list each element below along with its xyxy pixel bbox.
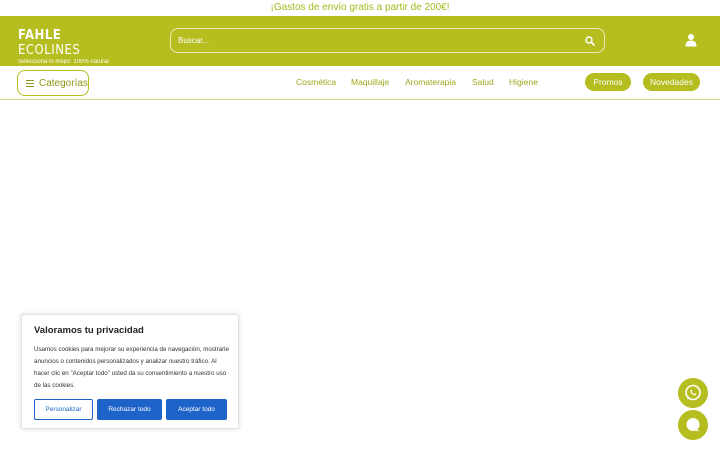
novedades-button[interactable]: Novedades xyxy=(643,73,700,91)
menu-icon xyxy=(26,79,34,87)
chat-button[interactable] xyxy=(678,410,708,440)
reject-all-button[interactable]: Rechazar todo xyxy=(97,399,162,420)
cookie-consent-dialog: Valoramos tu privacidad Usamos cookies p… xyxy=(21,314,239,429)
whatsapp-button[interactable] xyxy=(678,378,708,408)
logo-brand-light: ECOLINES xyxy=(18,43,81,58)
nav-link-salud[interactable]: Salud xyxy=(472,77,494,87)
promos-button[interactable]: Promos xyxy=(585,73,631,91)
search-bar xyxy=(170,28,605,53)
promo-banner: ¡Gastos de envío gratis a partir de 200€… xyxy=(0,0,720,16)
nav-link-higiene[interactable]: Higiene xyxy=(509,77,538,87)
search-icon[interactable] xyxy=(585,36,595,46)
categories-button[interactable]: Categorías xyxy=(17,70,89,96)
nav-link-cosmetica[interactable]: Cosmética xyxy=(296,77,336,87)
search-input[interactable] xyxy=(178,32,578,49)
promo-text: ¡Gastos de envío gratis a partir de 200€… xyxy=(270,2,450,13)
logo-brand-bold: FAHLE xyxy=(18,28,62,43)
nav-link-maquillaje[interactable]: Maquillaje xyxy=(351,77,389,87)
customize-button[interactable]: Personalizar xyxy=(34,399,93,420)
logo[interactable]: FAHLE ECOLINES Selecciona lo mejor. 100%… xyxy=(18,28,109,65)
user-icon[interactable] xyxy=(684,33,698,47)
categories-label: Categorías xyxy=(39,77,88,89)
nav-link-aromaterapia[interactable]: Aromaterapia xyxy=(405,77,456,87)
chat-icon xyxy=(686,418,700,432)
main-nav: Categorías Cosmética Maquillaje Aromater… xyxy=(0,66,720,100)
logo-wordmark: FAHLE ECOLINES xyxy=(18,28,104,58)
whatsapp-icon xyxy=(685,384,701,401)
logo-tagline: Selecciona lo mejor. 100% natural xyxy=(18,59,109,65)
site-header: FAHLE ECOLINES Selecciona lo mejor. 100%… xyxy=(0,16,720,66)
cookie-text: Usamos cookies para mejorar su experienc… xyxy=(34,346,229,389)
cookie-title: Valoramos tu privacidad xyxy=(34,325,144,336)
accept-all-button[interactable]: Aceptar todo xyxy=(166,399,227,420)
